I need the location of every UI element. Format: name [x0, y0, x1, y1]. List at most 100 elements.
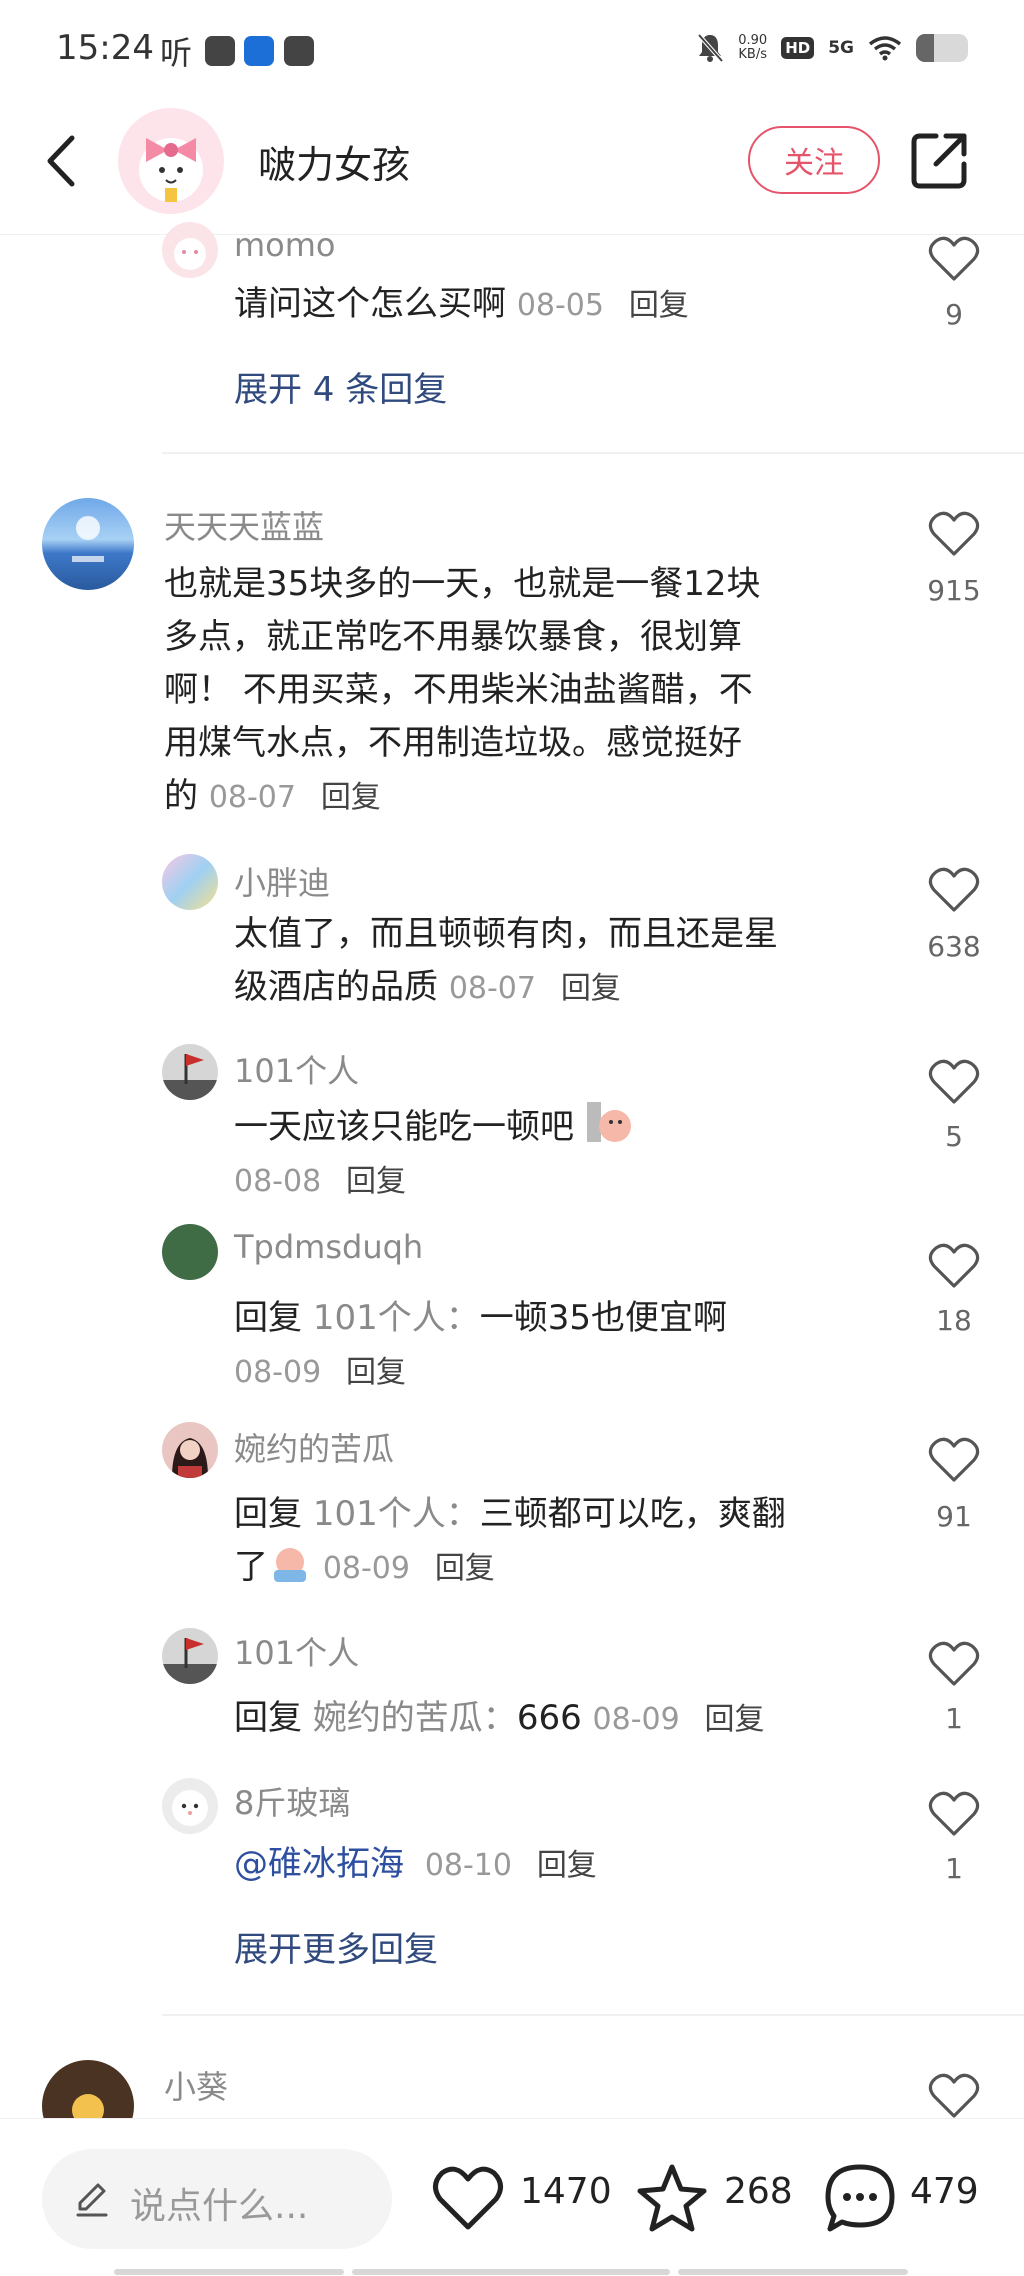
status-ting: 听: [160, 34, 193, 72]
comment-author[interactable]: 101个人: [234, 1046, 359, 1092]
author-name[interactable]: 啵力女孩: [258, 134, 410, 189]
avatar-image: [174, 238, 206, 270]
comment-text: 回复 婉约的苦瓜：666 08-09 回复: [234, 1698, 765, 1738]
like-count: 1: [945, 1702, 963, 1735]
comment-input-placeholder: 说点什么...: [130, 2186, 309, 2227]
expand-more-replies-button[interactable]: 展开更多回复: [234, 1922, 438, 1971]
comment-date: 08-09: [322, 1551, 410, 1586]
avatar[interactable]: [162, 1628, 218, 1684]
reply-button[interactable]: 回复: [537, 1848, 597, 1883]
avatar-image: [172, 1438, 208, 1478]
like-count: 915: [927, 574, 981, 607]
divider: [162, 452, 1024, 454]
avatar-image: [162, 1638, 218, 1684]
comment-author[interactable]: 101个人: [234, 1628, 359, 1674]
like-count: 638: [927, 930, 981, 963]
follow-button[interactable]: 关注: [748, 126, 880, 194]
avatar[interactable]: [42, 498, 134, 590]
status-bar: 15:24 听 0.90 KB/s HD 5G: [0, 0, 1024, 100]
avatar[interactable]: [162, 1044, 218, 1100]
heart-icon[interactable]: [430, 2161, 506, 2237]
gesture-bar: [352, 2269, 670, 2275]
comment-author[interactable]: 天天天蓝蓝: [164, 502, 324, 548]
share-icon[interactable]: [910, 130, 970, 190]
app-notification-icon: [244, 36, 274, 66]
author-avatar[interactable]: [118, 108, 224, 214]
comment-bubble-icon[interactable]: [822, 2161, 898, 2237]
comment-date: 08-05: [516, 288, 604, 323]
hd-badge: HD: [781, 37, 815, 59]
comment-date: 08-07: [448, 971, 536, 1006]
reply-button[interactable]: 回复: [346, 1355, 406, 1390]
pen-icon: [76, 2183, 108, 2217]
heart-icon[interactable]: [928, 510, 980, 558]
star-icon[interactable]: [634, 2161, 710, 2237]
avatar[interactable]: [162, 1422, 218, 1478]
comment-text: 请问这个怎么买啊 08-05 回复: [234, 284, 689, 324]
comment-input[interactable]: 说点什么...: [42, 2149, 392, 2249]
sticker-emoji-icon: [274, 1548, 306, 1582]
expand-replies-button[interactable]: 展开 4 条回复: [234, 362, 447, 411]
avatar[interactable]: [162, 854, 218, 910]
comment-text: 也就是35块多的一天，也就是一餐12块 多点，就正常吃不用暴饮暴食，很划算 啊！…: [164, 564, 761, 816]
comment-text: @碓冰拓海 08-10 回复: [234, 1838, 874, 1892]
avatar[interactable]: [162, 222, 218, 278]
app-notification-icon: [205, 36, 235, 66]
sticker-emoji-icon: [586, 1102, 631, 1142]
reply-button[interactable]: 回复: [561, 971, 621, 1006]
divider: [162, 2014, 1024, 2016]
favorite-total: 268: [724, 2171, 793, 2212]
heart-icon[interactable]: [928, 1058, 980, 1106]
reply-button[interactable]: 回复: [435, 1551, 495, 1586]
app-notification-icon: [284, 36, 314, 66]
battery-level: [916, 34, 935, 62]
comment-text: 一天应该只能吃一顿吧 08-08 回复: [234, 1098, 874, 1208]
comment-total: 479: [910, 2171, 979, 2212]
comment-author[interactable]: 8斤玻璃: [234, 1778, 350, 1824]
heart-icon[interactable]: [928, 2072, 980, 2120]
battery-icon: [916, 34, 968, 62]
comment-text: 回复 101个人：一顿35也便宜啊 08-09 回复: [234, 1298, 727, 1390]
comment-text: 太值了，而且顿顿有肉，而且还是星 级酒店的品质 08-07 回复: [234, 914, 778, 1007]
comment-author[interactable]: 小葵: [164, 2062, 228, 2108]
avatar-image: [72, 516, 104, 562]
heart-icon[interactable]: [928, 866, 980, 914]
back-icon[interactable]: [38, 126, 88, 196]
comment-text: 回复 101个人：三顿都可以吃，爽翻 了 08-09 回复: [234, 1494, 786, 1587]
reply-button[interactable]: 回复: [321, 780, 381, 815]
comment-date: 08-10: [424, 1848, 512, 1883]
like-count: 91: [936, 1500, 972, 1533]
bottom-bar: 说点什么... 1470 268 479: [0, 2118, 1024, 2276]
heart-icon[interactable]: [928, 1436, 980, 1484]
heart-icon[interactable]: [928, 235, 980, 283]
like-count: 18: [936, 1304, 972, 1337]
reply-button[interactable]: 回复: [346, 1164, 406, 1199]
avatar-image: [172, 1790, 208, 1826]
comment-date: 08-09: [592, 1702, 680, 1737]
reply-button[interactable]: 回复: [705, 1702, 765, 1737]
like-count: 5: [945, 1120, 963, 1153]
reply-target[interactable]: 101个人：: [313, 1298, 480, 1338]
avatar[interactable]: [162, 1778, 218, 1834]
mute-bell-icon: [697, 33, 724, 63]
like-total: 1470: [520, 2171, 612, 2212]
reply-target[interactable]: 婉约的苦瓜：: [313, 1698, 517, 1738]
status-right: 0.90 KB/s HD 5G: [696, 32, 968, 64]
gesture-bar: [678, 2269, 908, 2275]
reply-target[interactable]: 101个人：: [313, 1494, 480, 1534]
comment-author[interactable]: 小胖迪: [234, 858, 330, 904]
reply-button[interactable]: 回复: [629, 288, 689, 323]
heart-icon[interactable]: [928, 1242, 980, 1290]
comment-date: 08-08: [234, 1164, 322, 1199]
avatar-image: [162, 1054, 218, 1100]
author-avatar-image: [139, 138, 203, 202]
heart-icon[interactable]: [928, 1640, 980, 1688]
comment-date: 08-09: [234, 1355, 322, 1390]
mention-link[interactable]: @碓冰拓海: [234, 1844, 404, 1884]
avatar[interactable]: [162, 1224, 218, 1280]
comment-author[interactable]: 婉约的苦瓜: [234, 1424, 394, 1470]
heart-icon[interactable]: [928, 1790, 980, 1838]
comment-author[interactable]: momo: [234, 226, 336, 264]
comment-author[interactable]: Tpdmsduqh: [234, 1228, 423, 1266]
net-speed: 0.90 KB/s: [738, 33, 768, 62]
